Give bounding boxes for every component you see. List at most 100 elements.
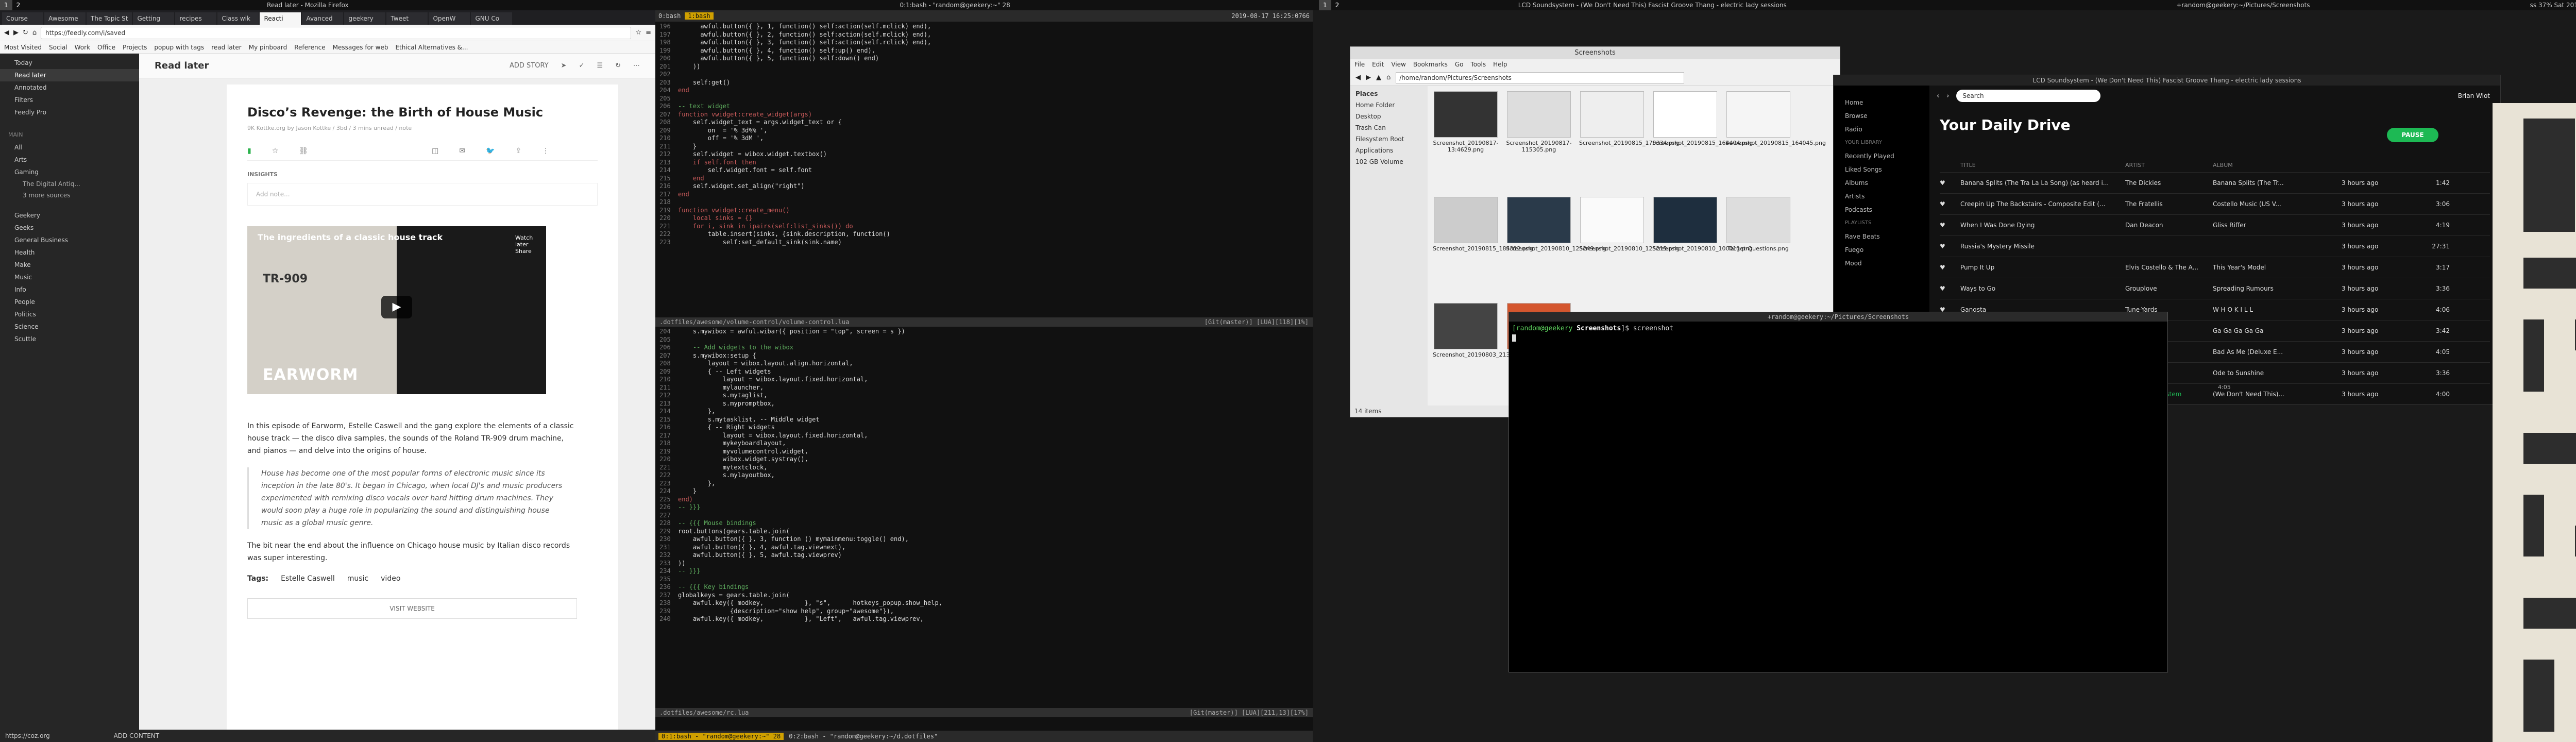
add-note-field[interactable]: Add note... (247, 183, 598, 206)
location-field[interactable]: /home/random/Pictures/Screenshots (1396, 72, 1685, 83)
feed-category[interactable]: Info (0, 283, 139, 296)
visit-website-button[interactable]: VISIT WEBSITE (247, 598, 577, 619)
bookmark-item[interactable]: Projects (123, 44, 147, 51)
feed-category[interactable]: Science (0, 321, 139, 333)
code-pane-bottom[interactable]: 204 s.mywibox = awful.wibar({ position =… (655, 327, 1313, 708)
heart-icon[interactable]: ♥ (1940, 264, 1960, 271)
file-item[interactable]: Screenshot_20190817-13:4629.png (1433, 91, 1499, 168)
playlist-item[interactable]: Rave Beats (1834, 230, 1929, 243)
add-story-button[interactable]: ADD STORY (510, 62, 549, 70)
reload-icon[interactable]: ↻ (23, 29, 28, 37)
tag[interactable]: music (347, 575, 368, 583)
library-item[interactable]: Liked Songs (1834, 163, 1929, 176)
feed-category[interactable]: Geeks (0, 222, 139, 234)
feed-category[interactable]: All (0, 141, 139, 154)
video-controls[interactable]: Watch later Share (515, 234, 546, 255)
feed-source[interactable]: The Digital Antiq... (0, 178, 139, 190)
feed-category[interactable]: Geekery (0, 209, 139, 222)
nav-annotated[interactable]: Annotated (0, 81, 139, 94)
track-row[interactable]: ♥ Pump It Up Elvis Costello & The A... This… (1940, 257, 2490, 278)
bookmark-item[interactable]: Most Visited (4, 44, 42, 51)
menu-item[interactable]: Help (1493, 59, 1507, 70)
browser-tab[interactable]: Awesome (44, 12, 86, 25)
file-item[interactable]: Screenshot_20190810_125249.png (1506, 197, 1606, 274)
tag[interactable]: Estelle Caswell (281, 575, 335, 583)
back-icon[interactable]: ‹ (1937, 92, 1939, 100)
browser-tab[interactable]: Reacti (260, 12, 301, 25)
code-pane-top[interactable]: 196 awful.button({ }, 1, function() self… (655, 22, 1313, 317)
file-item[interactable]: Screenshot_20190810_125215.png (1579, 197, 1680, 274)
shell-prompt[interactable]: [random@geekery Screenshots]$ screenshot (1509, 322, 2167, 345)
up-icon[interactable]: ▲ (1376, 74, 1381, 81)
heart-icon[interactable]: ♥ (1940, 179, 1960, 187)
video-embed[interactable]: The ingredients of a classic house track… (247, 226, 546, 394)
place-item[interactable]: Applications (1350, 145, 1428, 156)
tmux-window-active[interactable]: 1:bash (685, 12, 714, 20)
place-item[interactable]: Desktop (1350, 111, 1428, 122)
file-item[interactable]: Screenshot_20190815_170334.png (1579, 91, 1680, 168)
menu-item[interactable]: View (1391, 59, 1405, 70)
menu-item[interactable]: Tools (1471, 59, 1486, 70)
refresh-icon[interactable]: ↻ (615, 62, 621, 70)
tmux-session-tab[interactable]: 0:2:bash - "random@geekery:~/d.dotfiles" (789, 733, 938, 740)
user-name[interactable]: Brian Wiot (2458, 92, 2490, 99)
library-item[interactable]: Podcasts (1834, 203, 1929, 216)
bookmark-item[interactable]: popup with tags (154, 44, 204, 51)
track-row[interactable]: ♥ Creepin Up The Backstairs - Composite E… (1940, 193, 2490, 214)
heart-icon[interactable]: ♥ (1940, 222, 1960, 229)
library-item[interactable]: Albums (1834, 176, 1929, 190)
browser-tab[interactable]: Course (2, 12, 43, 25)
menu-icon[interactable]: ≡ (646, 29, 651, 37)
bookmark-item[interactable]: Work (75, 44, 90, 51)
bookmark-item[interactable]: Ethical Alternatives &... (395, 44, 468, 51)
terminal-window[interactable]: 0:bash 1:bash 2019-08-17 16:25:0766 196 … (655, 10, 1313, 742)
back-icon[interactable]: ◀ (4, 29, 9, 37)
nav-feedly-pro[interactable]: Feedly Pro (0, 106, 139, 119)
check-icon[interactable]: ✓ (579, 62, 585, 70)
tmux-session-tab[interactable]: 0:1:bash - "random@geekery:~" 28 (658, 733, 784, 740)
track-row[interactable]: ♥ Banana Splits (The Tra La La Song) (as … (1940, 172, 2490, 193)
workspace-tab[interactable]: 1 (1319, 0, 1331, 10)
home-icon[interactable]: ⌂ (32, 29, 37, 37)
track-row[interactable]: ♥ Ways to Go Grouplove Spreading Rumours 3 h… (1940, 278, 2490, 299)
browser-tab[interactable]: Class wik (217, 12, 259, 25)
file-item[interactable]: Screenshot_20190815_164404.png (1652, 91, 1753, 168)
bookmark-item[interactable]: Messages for web (333, 44, 388, 51)
nav-today[interactable]: Today (0, 57, 139, 69)
file-item[interactable]: Screenshot_20190815_184312.png (1433, 197, 1533, 274)
browser-tab[interactable]: OpenW (429, 12, 470, 25)
feed-category[interactable]: General Business (0, 234, 139, 246)
menu-item[interactable]: File (1354, 59, 1365, 70)
url-bar[interactable]: https://feedly.com/i/saved (41, 26, 632, 39)
bookmark-item[interactable]: My pinboard (249, 44, 287, 51)
file-item[interactable]: Screenshot_20190810_100011.png (1652, 197, 1753, 274)
browser-tab[interactable]: GNU Co (471, 12, 513, 25)
bookmark-icon[interactable]: ▮ (247, 147, 251, 155)
more-icon[interactable]: ⋯ (633, 62, 640, 70)
pause-button[interactable]: PAUSE (2387, 128, 2438, 142)
nav-home[interactable]: Home (1834, 96, 1929, 109)
nav-radio[interactable]: Radio (1834, 123, 1929, 136)
place-item[interactable]: 102 GB Volume (1350, 156, 1428, 167)
bookmark-item[interactable]: Reference (294, 44, 325, 51)
more-sources[interactable]: 3 more sources (0, 190, 139, 201)
browser-tab[interactable]: Tweet (386, 12, 428, 25)
bookmark-star-icon[interactable]: ☆ (635, 29, 641, 37)
bookmark-item[interactable]: read later (211, 44, 242, 51)
workspace-tab[interactable]: 2 (1331, 0, 1344, 10)
library-item[interactable]: Artists (1834, 190, 1929, 203)
play-icon[interactable]: ▶ (381, 296, 412, 318)
library-item[interactable]: Recently Played (1834, 149, 1929, 163)
feed-category[interactable]: Gaming (0, 166, 139, 178)
browser-tab[interactable]: Getting (133, 12, 175, 25)
feed-category[interactable]: Make (0, 259, 139, 271)
tmux-window[interactable]: 0:bash (658, 12, 681, 20)
layers-icon[interactable]: ◫ (432, 147, 438, 155)
menu-item[interactable]: Edit (1372, 59, 1384, 70)
heart-icon[interactable]: ♥ (1940, 243, 1960, 250)
terminal-window-2[interactable]: +random@geekery:~/Pictures/Screenshots [… (1509, 312, 2168, 672)
file-item[interactable]: Screenshot_20190817-115305.png (1506, 91, 1572, 168)
save-icon[interactable]: ☆ (272, 147, 279, 155)
menu-item[interactable]: Go (1455, 59, 1464, 70)
file-item[interactable]: Screenshot_20190803_213540.png (1433, 302, 1533, 380)
